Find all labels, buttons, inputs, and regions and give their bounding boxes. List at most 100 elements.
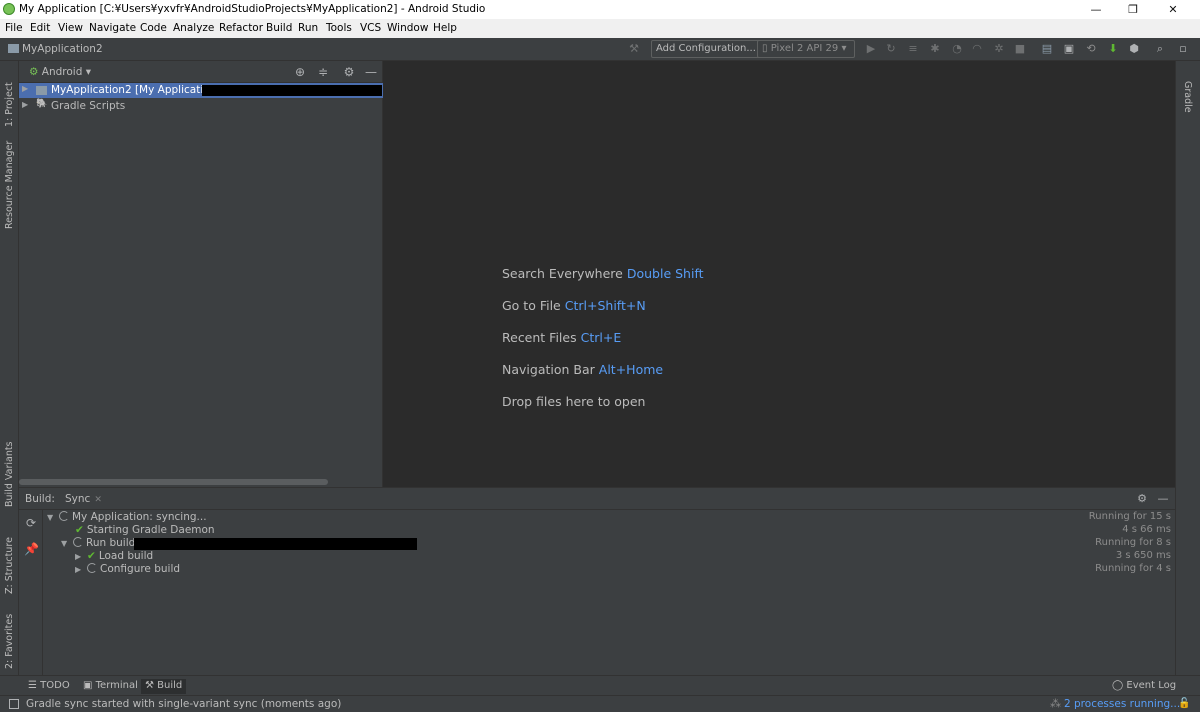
apply-code-changes-icon[interactable]: ≡	[906, 42, 920, 56]
horizontal-scrollbar[interactable]	[19, 479, 328, 485]
stop-icon[interactable]: ■	[1013, 42, 1027, 56]
tab-resource-manager-label: Resource Manager	[4, 140, 15, 229]
collapse-all-icon[interactable]: ≑	[316, 65, 330, 79]
build-settings-gear-icon[interactable]: ⚙	[1135, 492, 1149, 506]
device-selector[interactable]: ▯ Pixel 2 API 29 ▾	[757, 40, 855, 58]
run-coverage-icon[interactable]: ◔	[950, 42, 964, 56]
profile-icon[interactable]: ◠	[970, 42, 984, 56]
tab-sync[interactable]: Sync ✕	[65, 493, 102, 505]
hint-search-everywhere: Search Everywhere Double Shift	[502, 266, 704, 281]
avd-manager-icon[interactable]: ▣	[1062, 42, 1076, 56]
build-row-sync[interactable]: ▼ My Application: syncing...	[47, 511, 207, 524]
menu-view[interactable]: View	[58, 22, 83, 34]
menu-vcs[interactable]: VCS	[360, 22, 381, 34]
project-view-selector[interactable]: ⚙ Android ▾	[29, 66, 91, 78]
restart-sync-icon[interactable]: ⟳	[24, 516, 38, 530]
folder-icon	[8, 44, 19, 53]
apply-changes-icon[interactable]: ↻	[884, 42, 898, 56]
menu-bar: File Edit View Navigate Code Analyze Ref…	[0, 19, 1200, 38]
debug-icon[interactable]: ✱	[928, 42, 942, 56]
tab-sync-label: Sync	[65, 493, 91, 505]
menu-navigate[interactable]: Navigate	[89, 22, 136, 34]
tab-build[interactable]: ⚒ Build	[141, 679, 187, 694]
menu-refactor[interactable]: Refactor	[219, 22, 263, 34]
settings-gear-icon[interactable]: ⚙	[342, 65, 356, 79]
profile-avatar-icon[interactable]: ▫	[1176, 42, 1190, 56]
menu-file[interactable]: File	[5, 22, 23, 34]
menu-run[interactable]: Run	[298, 22, 318, 34]
expand-arrow-icon[interactable]: ▶	[22, 100, 28, 109]
minimize-button[interactable]: —	[1076, 0, 1116, 19]
build-hide-icon[interactable]: —	[1156, 492, 1170, 506]
restore-button[interactable]: ❐	[1113, 0, 1153, 19]
collapse-arrow-icon[interactable]: ▼	[61, 539, 73, 548]
close-tab-icon[interactable]: ✕	[94, 495, 102, 505]
expand-arrow-icon[interactable]: ▶	[75, 552, 87, 561]
tab-terminal[interactable]: ▣ Terminal	[79, 679, 142, 694]
spinner-icon	[59, 511, 69, 521]
tab-favorites[interactable]: 2: Favorites	[0, 607, 19, 669]
build-row-run-build-label: Run build	[86, 537, 136, 549]
breadcrumb-project[interactable]: MyApplication2	[8, 43, 103, 55]
project-view-label: Android	[41, 66, 83, 78]
menu-analyze[interactable]: Analyze	[173, 22, 214, 34]
tab-build-variants[interactable]: Build Variants	[0, 439, 19, 507]
tree-item-gradle-scripts[interactable]: ▶ 🐘 Gradle Scripts	[19, 99, 383, 114]
menu-help[interactable]: Help	[433, 22, 457, 34]
build-row-sync-status: syncing...	[152, 511, 207, 523]
attach-debugger-icon[interactable]: ✲	[992, 42, 1006, 56]
tab-structure[interactable]: Z: Structure	[0, 529, 19, 594]
add-configuration-button[interactable]: Add Configuration...	[651, 40, 761, 58]
project-structure-icon[interactable]: ▤	[1040, 42, 1054, 56]
device-label: Pixel 2 API 29	[770, 43, 839, 54]
pin-icon[interactable]: 📌	[24, 542, 39, 556]
close-button[interactable]: ✕	[1153, 0, 1193, 19]
tree-item-module-label: MyApplication2 [My Application]	[51, 84, 221, 96]
tab-todo-label: TODO	[40, 680, 70, 691]
android-icon: ⚙	[29, 66, 42, 78]
hint-drop-files-text: Drop files here to open	[502, 394, 646, 409]
build-row-load-build[interactable]: ▶ ✔ Load build	[75, 550, 153, 563]
project-panel-header: ⚙ Android ▾ ⊕ ≑ ⚙ —	[19, 61, 383, 83]
tab-gradle[interactable]: Gradle	[1182, 81, 1193, 113]
sync-gradle-icon[interactable]: ⟲	[1084, 42, 1098, 56]
menu-tools[interactable]: Tools	[326, 22, 352, 34]
background-processes-link[interactable]: 2 processes running...	[1064, 698, 1180, 710]
menu-build[interactable]: Build	[266, 22, 292, 34]
tab-todo[interactable]: ☰ TODO	[24, 679, 74, 694]
timing-configure-build: Running for 4 s	[1095, 563, 1171, 574]
tab-structure-label: Z: Structure	[4, 537, 15, 594]
build-row-run-build[interactable]: ▼ Run build	[61, 537, 135, 550]
expand-arrow-icon[interactable]: ▶	[22, 84, 28, 93]
tab-build-label: Build	[157, 680, 183, 691]
gradle-elephant-icon: 🐘	[36, 99, 48, 109]
editor-empty-area[interactable]: Search Everywhere Double Shift Go to File…	[383, 61, 1175, 487]
tab-build-variants-label: Build Variants	[4, 441, 15, 507]
hide-panel-icon[interactable]: —	[364, 65, 378, 79]
hint-search-everywhere-key: Double Shift	[626, 266, 704, 281]
expand-arrow-icon[interactable]: ▶	[75, 565, 87, 574]
tree-item-module[interactable]: ▶ MyApplication2 [My Application]	[19, 83, 383, 98]
search-icon[interactable]: ⌕	[1153, 42, 1167, 56]
tab-resource-manager[interactable]: Resource Manager	[0, 139, 19, 229]
menu-code[interactable]: Code	[140, 22, 167, 34]
navigation-toolbar: MyApplication2 ⚒ Add Configuration... ▯ …	[0, 38, 1200, 61]
lock-icon[interactable]: 🔓	[1178, 698, 1190, 709]
status-message[interactable]: Gradle sync started with single-variant …	[26, 698, 341, 710]
build-label: Build:	[25, 493, 55, 505]
run-icon[interactable]: ▶	[864, 42, 878, 56]
toggle-tool-windows-icon[interactable]	[9, 699, 19, 709]
build-row-daemon[interactable]: ✔ Starting Gradle Daemon	[75, 524, 215, 537]
menu-window[interactable]: Window	[387, 22, 428, 34]
tab-event-log[interactable]: ◯ Event Log	[1108, 679, 1180, 694]
collapse-arrow-icon[interactable]: ▼	[47, 513, 59, 522]
menu-edit[interactable]: Edit	[30, 22, 50, 34]
tab-project[interactable]: 1: Project	[0, 67, 19, 127]
sdk-manager-icon[interactable]: ⬇	[1106, 42, 1120, 56]
build-side-toolbar: ⟳ 📌	[19, 510, 43, 676]
project-panel: ⚙ Android ▾ ⊕ ≑ ⚙ — ▶ MyApplication2 [My…	[19, 61, 383, 487]
layout-inspector-icon[interactable]: ⬢	[1127, 42, 1141, 56]
hammer-icon[interactable]: ⚒	[627, 42, 641, 56]
build-row-configure-build[interactable]: ▶ Configure build	[75, 563, 180, 576]
locate-icon[interactable]: ⊕	[293, 65, 307, 79]
